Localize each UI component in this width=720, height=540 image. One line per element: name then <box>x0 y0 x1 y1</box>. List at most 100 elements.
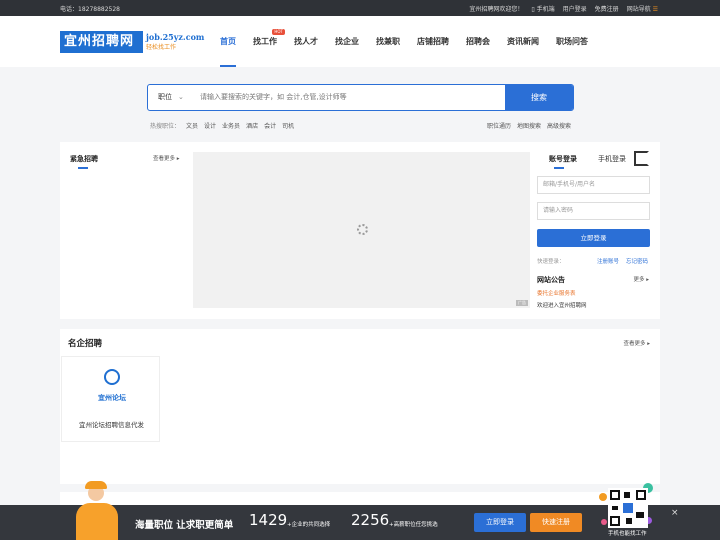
qr-module <box>636 512 644 518</box>
site-logo[interactable]: 宜州招聘网 job.25yz.com 轻松找工作 <box>60 31 204 53</box>
nav-item-qa[interactable]: 职场问答 <box>556 16 588 67</box>
company-logo: 宜州论坛 <box>86 369 138 409</box>
urgent-title: 紧急招聘 <box>70 155 98 163</box>
chevron-down-icon: ⌄ <box>178 93 184 101</box>
nav-item-jobs[interactable]: 找工作 HOT <box>253 16 285 67</box>
search-type-select[interactable]: 职位 ⌄ <box>158 85 184 110</box>
tab-mobile-login[interactable]: 手机登录 <box>598 154 626 164</box>
mobile-label: 手机端 <box>536 6 555 13</box>
nav-label: 招聘会 <box>466 37 490 46</box>
nav-label: 找人才 <box>294 37 318 46</box>
hot-keyword[interactable]: 会计 <box>264 123 276 130</box>
menu-icon: ☰ <box>650 6 658 13</box>
qr-caption: 手机也能找工作 <box>608 531 647 537</box>
qr-module <box>612 506 618 510</box>
search-link[interactable]: 职位通历 <box>487 123 511 130</box>
notice-more-link[interactable]: 更多 ▸ <box>633 275 649 283</box>
hot-keywords-row: 热搜职位： 文员 设计 业务员 酒店 会计 司机 职位通历 地图搜索 高级搜索 <box>150 121 573 130</box>
header: 宜州招聘网 job.25yz.com 轻松找工作 首页 找工作 HOT 找人才 找… <box>0 16 720 67</box>
promo-slogan: 海量职位 让求职更简单 <box>135 520 234 531</box>
login-link[interactable]: 用户登录 <box>563 4 587 13</box>
chevron-right-icon: ▸ <box>644 277 649 283</box>
nav-item-home[interactable]: 首页 <box>220 16 236 67</box>
famous-more-label: 查看更多 <box>623 341 646 347</box>
bottom-promo-bar: 海量职位 让求职更简单 1429 +企业的共同选择 2256 +高薪职位任您挑选… <box>0 481 720 540</box>
worker-illustration <box>68 481 126 540</box>
logo-slogan: 轻松找工作 <box>146 44 177 51</box>
qr-center-logo <box>623 503 633 513</box>
qr-module <box>624 492 630 498</box>
qr-code-icon[interactable] <box>634 151 649 166</box>
chevron-right-icon: ▸ <box>175 156 180 162</box>
hot-keyword[interactable]: 酒店 <box>246 123 258 130</box>
urgent-more-link[interactable]: 查看更多 ▸ <box>153 154 180 162</box>
map-search-link[interactable]: 地图搜索 <box>517 123 541 130</box>
tab-active-underline <box>554 167 564 169</box>
search-bar: 职位 ⌄ 请输入要搜索的关键字，如 会计,仓管,设计师等 搜索 <box>147 84 574 111</box>
promo-register-button[interactable]: 快速注册 <box>530 513 582 532</box>
main-nav: 首页 找工作 HOT 找人才 找企业 找兼职 店铺招聘 招聘会 资讯新闻 职场问答 <box>220 16 605 67</box>
password-field[interactable]: 请输入密码 <box>537 202 650 220</box>
nav-label: 找兼职 <box>376 37 400 46</box>
login-submit-button[interactable]: 立即登录 <box>537 229 650 247</box>
forgot-password-link[interactable]: 忘记密码 <box>626 257 648 265</box>
register-account-link[interactable]: 注册账号 <box>597 257 619 265</box>
company-card[interactable]: 宜州论坛 宜州论坛招聘信息代发 <box>61 356 160 442</box>
company-name: 宜州论坛招聘信息代发 <box>79 421 144 429</box>
notice-item[interactable]: 欢迎进入宜州招聘网 <box>537 301 587 309</box>
qr-corner <box>610 516 620 526</box>
famous-more-link[interactable]: 查看更多 ▸ <box>623 339 650 347</box>
site-nav-label: 网站导航 <box>626 6 651 13</box>
worker-hat <box>85 481 107 489</box>
search-input[interactable]: 请输入要搜索的关键字，如 会计,仓管,设计师等 <box>200 85 500 110</box>
nav-item-talent[interactable]: 找人才 <box>294 16 318 67</box>
company-count: 1429 <box>249 511 288 529</box>
qr-corner <box>636 490 646 500</box>
nav-item-job-fair[interactable]: 招聘会 <box>466 16 490 67</box>
hot-keyword[interactable]: 设计 <box>204 123 216 130</box>
notice-item[interactable]: 委托企业服务表 <box>537 289 576 297</box>
nav-item-shop-jobs[interactable]: 店铺招聘 <box>417 16 449 67</box>
job-count: 2256 <box>351 511 390 529</box>
hot-badge: HOT <box>272 29 285 35</box>
nav-label: 职场问答 <box>556 37 588 46</box>
search-button[interactable]: 搜索 <box>505 85 573 110</box>
app-qr-decoration <box>599 483 653 535</box>
hot-label: 热搜职位： <box>150 123 181 130</box>
nav-label: 资讯新闻 <box>507 37 539 46</box>
site-nav-link[interactable]: 网站导航 ☰ <box>627 4 658 13</box>
mobile-link[interactable]: ▯ 手机端 <box>531 4 554 13</box>
nav-label: 店铺招聘 <box>417 37 449 46</box>
logo-name: 宜州招聘网 <box>60 31 143 53</box>
hot-keyword[interactable]: 文员 <box>186 123 198 130</box>
hot-keyword[interactable]: 业务员 <box>222 123 240 130</box>
nav-label: 找工作 <box>253 37 277 46</box>
register-link[interactable]: 免费注册 <box>595 4 619 13</box>
logo-domain: job.25yz.com <box>146 32 205 42</box>
advanced-search-link[interactable]: 高级搜索 <box>547 123 571 130</box>
nav-label: 找企业 <box>335 37 359 46</box>
banner-carousel[interactable]: 广告 <box>193 152 530 308</box>
hot-keyword[interactable]: 司机 <box>282 123 294 130</box>
site-notice: 网站公告 更多 ▸ 委托企业服务表 欢迎进入宜州招聘网 <box>537 275 652 309</box>
ad-tag: 广告 <box>516 300 528 306</box>
nav-label: 首页 <box>220 37 236 46</box>
nav-item-news[interactable]: 资讯新闻 <box>507 16 539 67</box>
decor-blob <box>601 519 607 525</box>
welcome-text: 宜州招聘网欢迎您！ <box>469 6 524 13</box>
app-qr-code[interactable] <box>608 488 648 528</box>
top-links: 宜州招聘网欢迎您！ ▯ 手机端 用户登录 免费注册 网站导航 ☰ <box>469 4 658 13</box>
phone-text: 电话：18278882528 <box>60 6 120 13</box>
top-bar: 电话：18278882528 宜州招聘网欢迎您！ ▯ 手机端 用户登录 免费注册… <box>0 0 720 16</box>
promo-login-button[interactable]: 立即登录 <box>474 513 526 532</box>
loading-spinner-icon <box>357 224 368 235</box>
urgent-underline <box>78 167 88 169</box>
nav-item-companies[interactable]: 找企业 <box>335 16 359 67</box>
urgent-more-label: 查看更多 <box>153 156 176 162</box>
nav-item-parttime[interactable]: 找兼职 <box>376 16 400 67</box>
company-logo-mark-icon <box>104 369 120 385</box>
qr-corner <box>610 490 620 500</box>
tab-account-login[interactable]: 账号登录 <box>549 154 577 164</box>
close-icon[interactable]: × <box>671 508 679 518</box>
username-field[interactable]: 邮箱/手机号/用户名 <box>537 176 650 194</box>
